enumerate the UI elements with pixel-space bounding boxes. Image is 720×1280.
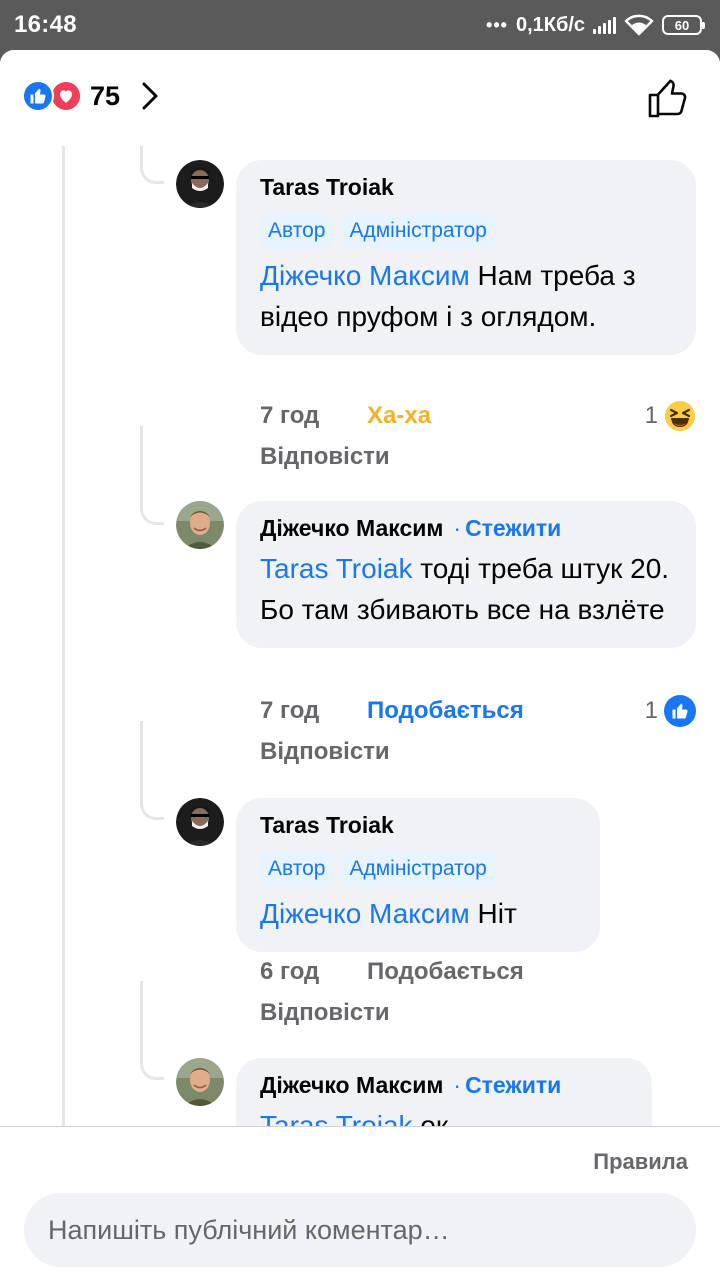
- reply-branch-line: [140, 426, 143, 508]
- reply-button[interactable]: Відповісти: [260, 738, 390, 766]
- status-time: 16:48: [14, 11, 77, 38]
- comment-text: Діжечко Максим Нам треба з відео пруфом …: [260, 255, 672, 337]
- comment-author[interactable]: Діжечко Максим: [260, 1072, 443, 1099]
- reaction-button[interactable]: Ха-ха: [367, 402, 431, 430]
- like-icon: [664, 695, 696, 727]
- reply-branch-line: [140, 721, 143, 803]
- separator-dot: ·: [453, 1072, 462, 1098]
- comment-time[interactable]: 7 год: [260, 402, 319, 430]
- network-speed: 0,1Кб/с: [515, 13, 585, 36]
- comment-author[interactable]: Taras Troiak: [260, 812, 576, 839]
- mention-link[interactable]: Taras Troiak: [260, 1110, 413, 1126]
- comment-author-row: Діжечко Максим · Стежити: [260, 1072, 628, 1099]
- like-action-button[interactable]: Подобається: [367, 958, 524, 986]
- comment-thread[interactable]: Taras Troiak Автор Адміністратор Діжечко…: [0, 146, 720, 1126]
- comment-bubble[interactable]: Taras Troiak Автор Адміністратор Діжечко…: [236, 798, 600, 952]
- author-badges: Автор Адміністратор: [260, 851, 576, 887]
- author-badges: Автор Адміністратор: [260, 213, 672, 249]
- haha-icon: [665, 401, 695, 431]
- comment-author[interactable]: Діжечко Максим: [260, 515, 443, 542]
- avatar[interactable]: [176, 1058, 224, 1106]
- thread-line: [62, 146, 65, 1126]
- comment-text: Taras Troiak тоді треба штук 20. Бо там …: [260, 548, 672, 630]
- comment-composer: Правила: [0, 1126, 720, 1280]
- badge-author: Автор: [260, 851, 334, 887]
- badge-admin: Адміністратор: [341, 213, 495, 249]
- reply-button[interactable]: Відповісти: [260, 443, 390, 471]
- status-indicators: ••• 0,1Кб/с 60: [486, 12, 705, 38]
- status-bar: 16:48 ••• 0,1Кб/с 60: [0, 0, 720, 50]
- follow-button[interactable]: Стежити: [465, 1072, 561, 1099]
- like-reaction-icon: [22, 80, 54, 112]
- comment-bubble[interactable]: Діжечко Максим · Стежити Taras Troiak то…: [236, 501, 696, 648]
- comment-body: Ніт: [469, 898, 517, 929]
- comments-sheet: 75 Taras Troiak Автор Адміністратор Діже…: [0, 50, 720, 1280]
- comment-bubble[interactable]: Діжечко Максим · Стежити Taras Troiak ок: [236, 1058, 652, 1126]
- avatar[interactable]: [176, 160, 224, 208]
- comment-reaction-count: 1: [644, 402, 658, 429]
- sheet-header: 75: [0, 50, 720, 146]
- reply-connector: [140, 802, 164, 820]
- chevron-right-icon: [142, 82, 158, 110]
- comment-reaction-count: 1: [644, 697, 658, 724]
- signal-icon: [593, 16, 616, 34]
- badge-admin: Адміністратор: [341, 851, 495, 887]
- comment-body: ок: [412, 1110, 449, 1126]
- avatar[interactable]: [176, 501, 224, 549]
- comment-reactions[interactable]: 1: [645, 695, 696, 727]
- reaction-count: 75: [90, 80, 121, 111]
- battery-icon: 60: [662, 15, 705, 35]
- reply-connector: [140, 507, 164, 525]
- separator-dot: ·: [453, 515, 462, 541]
- comment-bubble[interactable]: Taras Troiak Автор Адміністратор Діжечко…: [236, 160, 696, 355]
- mention-link[interactable]: Діжечко Максим: [260, 260, 470, 291]
- reply-branch-line: [140, 981, 143, 1063]
- comment-reactions[interactable]: 1: [645, 400, 696, 432]
- comment-time[interactable]: 6 год: [260, 958, 319, 986]
- reply-connector: [140, 1062, 164, 1080]
- love-reaction-icon: [50, 80, 82, 112]
- reply-connector: [140, 166, 164, 184]
- comment-author-row: Діжечко Максим · Стежити: [260, 515, 672, 542]
- comment-author[interactable]: Taras Troiak: [260, 174, 672, 201]
- mention-link[interactable]: Діжечко Максим: [260, 898, 470, 929]
- like-action-button[interactable]: Подобається: [367, 697, 524, 725]
- avatar[interactable]: [176, 798, 224, 846]
- comment-input[interactable]: [24, 1193, 696, 1267]
- comment-time[interactable]: 7 год: [260, 697, 319, 725]
- like-button[interactable]: [646, 76, 690, 120]
- reply-button[interactable]: Відповісти: [260, 999, 390, 1027]
- notification-dots: •••: [486, 14, 508, 35]
- comment-text: Діжечко Максим Ніт: [260, 893, 576, 934]
- mention-link[interactable]: Taras Troiak: [260, 553, 413, 584]
- follow-button[interactable]: Стежити: [465, 515, 561, 542]
- reactions-summary[interactable]: 75: [22, 80, 160, 112]
- wifi-icon: [624, 14, 654, 36]
- rules-link[interactable]: Правила: [593, 1149, 688, 1175]
- badge-author: Автор: [260, 213, 334, 249]
- comment-text: Taras Troiak ок: [260, 1105, 628, 1126]
